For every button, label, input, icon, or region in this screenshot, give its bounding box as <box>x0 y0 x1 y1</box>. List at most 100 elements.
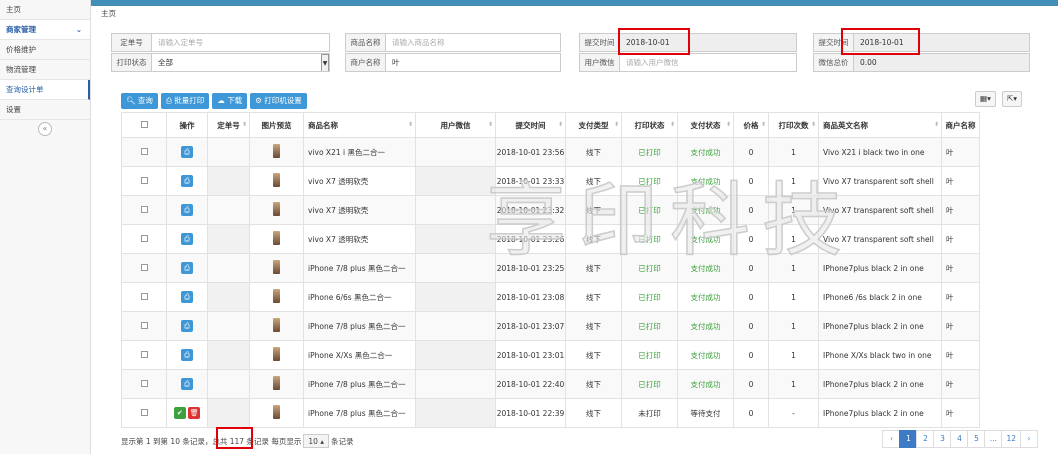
user-wechat-input[interactable]: 请输入用户微信 <box>619 53 797 72</box>
product-thumbnail[interactable] <box>273 289 280 303</box>
select-all-checkbox[interactable] <box>140 120 148 128</box>
printer-settings-button[interactable]: ⚙ 打印机设置 <box>250 93 307 109</box>
download-button[interactable]: ☁ 下载 <box>212 93 248 109</box>
double-chevron-left-icon[interactable]: « <box>38 122 52 136</box>
table-row[interactable]: ⎙ vivo X21 i 黑色二合一 2018-10-01 23:56 线下 已打印 支付… <box>121 137 980 167</box>
print-icon[interactable]: ⎙ <box>181 378 193 390</box>
prev-page-button[interactable]: ‹ <box>882 430 901 448</box>
image-preview-cell <box>249 369 304 399</box>
table-row[interactable]: ⎙ iPhone 6/6s 黑色二合一 2018-10-01 23:08 线下 已打印支… <box>121 282 980 312</box>
print-icon[interactable]: ⎙ <box>181 146 193 158</box>
page-button[interactable]: 2 <box>916 430 935 448</box>
product-thumbnail[interactable] <box>273 347 280 361</box>
operation-cell: ⎙ <box>166 369 208 399</box>
print-icon[interactable]: ⎙ <box>181 233 193 245</box>
print-icon[interactable]: ⎙ <box>181 204 193 216</box>
page-button[interactable]: 1 <box>899 430 918 448</box>
table-row[interactable]: ⎙ iPhone 7/8 plus 黑色二合一 2018-10-01 23:25 线下… <box>121 253 980 283</box>
print-icon[interactable]: ⎙ <box>181 175 193 187</box>
sidebar-item-price-maintenance[interactable]: 价格维护 <box>0 40 90 60</box>
pay-type-cell: 线下 <box>565 398 622 428</box>
product-name-cell: iPhone 7/8 plus 黑色二合一 <box>303 253 416 283</box>
pay-type-cell: 线下 <box>565 195 622 225</box>
product-thumbnail[interactable] <box>273 173 280 187</box>
sidebar-item-label: 物流管理 <box>6 65 36 74</box>
table-row[interactable]: ⎙ iPhone 7/8 plus 黑色二合一 2018-10-01 23:07 线下… <box>121 311 980 341</box>
row-checkbox[interactable] <box>140 176 148 184</box>
table-row[interactable]: ⎙ iPhone 7/8 plus 黑色二合一 2018-10-01 22:40 线下… <box>121 369 980 399</box>
product-thumbnail[interactable] <box>273 202 280 216</box>
query-button[interactable]: 🔍︎ 查询 <box>121 93 158 109</box>
column-header[interactable]: 提交时间 ⬍ <box>495 112 566 138</box>
table-row[interactable]: ⎙ vivo X7 透明软壳 2018-10-01 23:32 线下 已打印 支付成功 0 1… <box>121 195 980 225</box>
product-thumbnail[interactable] <box>273 376 280 390</box>
merchant-name-cell: 叶 <box>941 195 980 225</box>
page-size-select[interactable]: 10 ▴ <box>303 434 330 448</box>
row-checkbox[interactable] <box>140 234 148 242</box>
row-checkbox[interactable] <box>140 321 148 329</box>
table-row[interactable]: ⎙ vivo X7 透明软壳 2018-10-01 23:26 线下 已打印 支付成功 0 1… <box>121 224 980 254</box>
row-checkbox[interactable] <box>140 263 148 271</box>
product-thumbnail[interactable] <box>273 260 280 274</box>
product-name-input[interactable]: 请输入商品名称 <box>385 33 561 52</box>
column-header[interactable]: 打印次数 ⬍ <box>768 112 819 138</box>
sidebar-item-query-design[interactable]: 查询设计单 <box>0 80 90 100</box>
page-button[interactable]: 4 <box>950 430 969 448</box>
submit-time-cell: 2018-10-01 23:32 <box>495 195 566 225</box>
column-header[interactable]: 支付类型 ⬍ <box>565 112 622 138</box>
table-row[interactable]: ⎙ iPhone X/Xs 黑色二合一 2018-10-01 23:01 线下 已打印支… <box>121 340 980 370</box>
row-checkbox[interactable] <box>140 205 148 213</box>
image-preview-cell <box>249 340 304 370</box>
row-checkbox[interactable] <box>140 350 148 358</box>
submit-time-cell: 2018-10-01 23:01 <box>495 340 566 370</box>
product-thumbnail[interactable] <box>273 144 280 158</box>
merchant-name-cell: 叶 <box>941 398 980 428</box>
row-checkbox[interactable] <box>140 379 148 387</box>
table-row[interactable]: ⎙ vivo X7 透明软壳 2018-10-01 23:33 线下 已打印 支付成功 0 1… <box>121 166 980 196</box>
column-header[interactable]: 商品英文名称 ⬍ <box>818 112 942 138</box>
product-thumbnail[interactable] <box>273 318 280 332</box>
row-checkbox[interactable] <box>140 292 148 300</box>
page-button[interactable]: 3 <box>933 430 952 448</box>
page-button[interactable]: 12 <box>1001 430 1021 448</box>
print-status-select[interactable]: 全部 ▼ <box>151 53 330 72</box>
column-header[interactable]: 商品名称 ⬍ <box>303 112 416 138</box>
print-icon[interactable]: ⎙ <box>181 262 193 274</box>
columns-toggle-button[interactable]: ▦▾ <box>975 91 996 107</box>
print-icon[interactable]: ⎙ <box>181 291 193 303</box>
next-page-button[interactable]: › <box>1020 430 1038 448</box>
operation-cell: ⎙ <box>166 195 208 225</box>
operation-cell: ⎙ <box>166 166 208 196</box>
column-header[interactable]: 支付状态 ⬍ <box>677 112 734 138</box>
merchant-name-cell: 叶 <box>941 166 980 196</box>
column-header[interactable]: 用户微信 ⬍ <box>415 112 496 138</box>
print-count-cell: 1 <box>768 369 819 399</box>
column-header[interactable]: 价格 ⬍ <box>733 112 769 138</box>
row-select-cell <box>121 253 167 283</box>
row-checkbox[interactable] <box>140 147 148 155</box>
print-status-value: 全部 <box>158 58 173 67</box>
sidebar-item-settings[interactable]: 设置 <box>0 100 90 120</box>
export-button[interactable]: ⇱▾ <box>1002 91 1023 107</box>
sidebar-item-logistics[interactable]: 物流管理 <box>0 60 90 80</box>
confirm-icon[interactable]: ✔ <box>173 407 186 419</box>
page-button[interactable]: 5 <box>967 430 986 448</box>
print-icon[interactable]: ⎙ <box>181 320 193 332</box>
pagination: ‹ 1 2 3 4 5... 12 › <box>882 430 1038 448</box>
column-header[interactable]: 定单号 ⬍ <box>207 112 250 138</box>
delete-icon[interactable]: 🗑︎ <box>188 407 201 419</box>
print-count-cell: 1 <box>768 282 819 312</box>
product-thumbnail[interactable] <box>273 405 280 419</box>
table-row[interactable]: ✔ 🗑︎ iPhone 7/8 plus 黑色二合一 2018-10-01 22:3… <box>121 398 980 428</box>
batch-print-button[interactable]: ⎙ 批量打印 <box>160 93 210 109</box>
sidebar-item-home[interactable]: 主页 <box>0 0 90 20</box>
row-checkbox[interactable] <box>140 408 148 416</box>
column-header-label: 商品名称 <box>308 120 338 130</box>
image-preview-cell <box>249 137 304 167</box>
column-header[interactable]: 打印状态 ⬍ <box>621 112 678 138</box>
order-no-input[interactable]: 请输入定单号 <box>151 33 330 52</box>
sidebar-item-merchant-management[interactable]: 商家管理 ⌄ <box>0 20 90 40</box>
print-icon[interactable]: ⎙ <box>181 349 193 361</box>
merchant-name-input[interactable]: 叶 <box>385 53 561 72</box>
product-thumbnail[interactable] <box>273 231 280 245</box>
